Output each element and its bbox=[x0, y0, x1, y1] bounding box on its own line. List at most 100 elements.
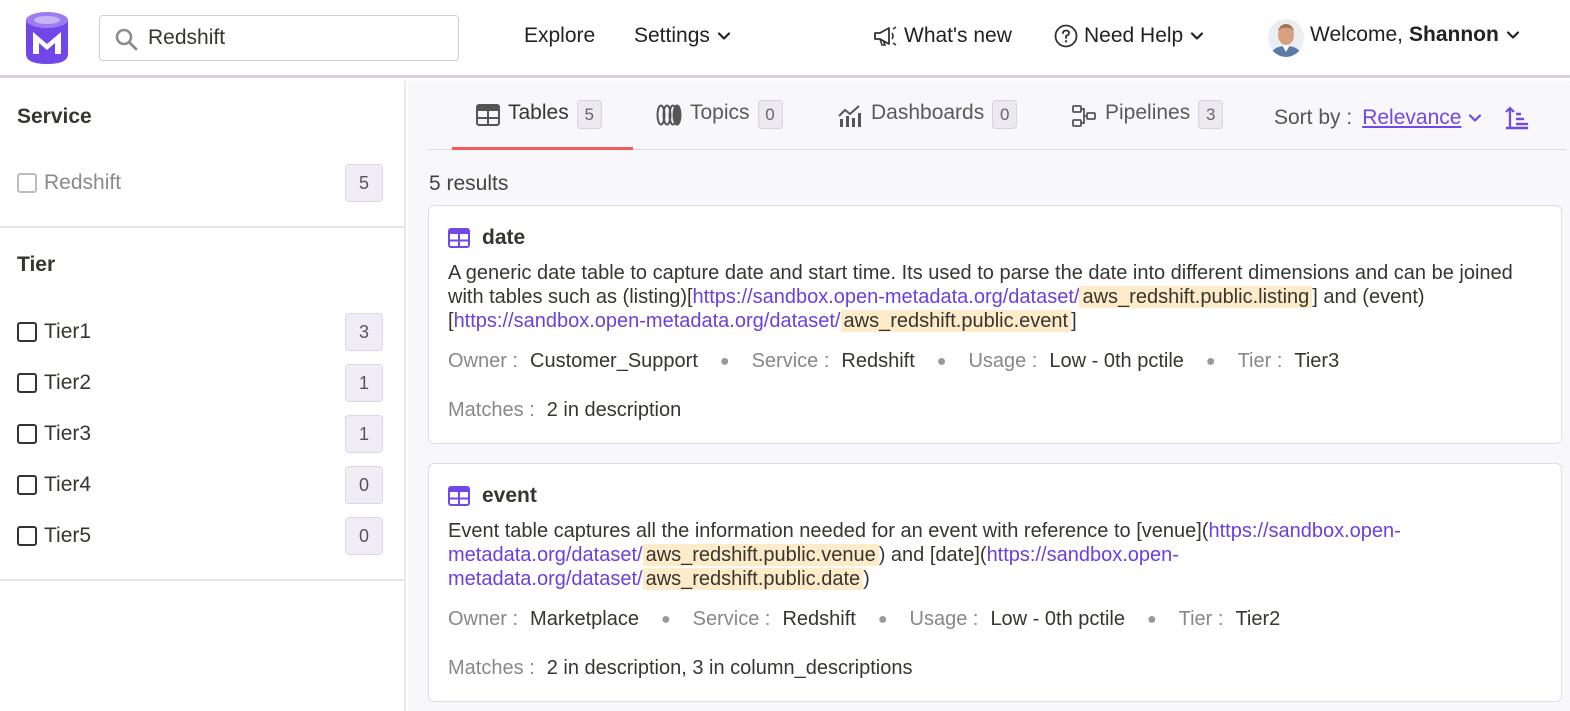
topics-icon bbox=[656, 104, 682, 126]
sort-label: Sort by : bbox=[1274, 106, 1353, 129]
nav-explore[interactable]: Explore bbox=[524, 24, 595, 48]
owner-value: Marketplace bbox=[530, 608, 639, 630]
description-text: ) bbox=[863, 568, 870, 590]
facet-count-badge: 5 bbox=[345, 164, 383, 202]
facet-item-label: Tier4 bbox=[44, 473, 92, 496]
checkbox[interactable] bbox=[17, 322, 37, 342]
nav-whats-new[interactable]: What's new bbox=[872, 24, 1012, 48]
facet-count-badge: 3 bbox=[345, 313, 383, 351]
sort-ascending-icon[interactable] bbox=[1505, 106, 1529, 130]
facet-title-service: Service bbox=[17, 105, 92, 128]
tier-value: Tier2 bbox=[1235, 608, 1281, 630]
facet-item-tier2[interactable]: Tier2 1 bbox=[17, 364, 383, 402]
service-label: Service : bbox=[692, 608, 771, 630]
facet-item-label: Redshift bbox=[44, 171, 122, 194]
description-link[interactable]: https://sandbox.open-metadata.org/datase… bbox=[693, 286, 1080, 308]
description-text: ] bbox=[1071, 310, 1077, 332]
description-link[interactable]: https://sandbox.open-metadata.org/datase… bbox=[454, 310, 841, 332]
search-highlight: aws_redshift.public.listing bbox=[1079, 286, 1313, 308]
entity-tabs: Tables 5 Topics 0 Dashboards 0 Pipelines… bbox=[428, 81, 1566, 150]
facet-count-badge: 0 bbox=[345, 466, 383, 504]
chevron-down-icon bbox=[1191, 32, 1204, 40]
nav-need-help-label: Need Help bbox=[1084, 24, 1184, 47]
chevron-down-icon[interactable] bbox=[1467, 110, 1483, 126]
sort-control: Sort by : Relevance bbox=[1274, 106, 1529, 130]
search-highlight: aws_redshift.public.venue bbox=[642, 544, 879, 566]
facet-count-badge: 1 bbox=[345, 364, 383, 402]
tier-label: Tier : bbox=[1237, 350, 1283, 372]
nav-explore-label: Explore bbox=[524, 24, 596, 47]
dashboard-icon bbox=[838, 105, 861, 127]
facet-item-label: Tier1 bbox=[44, 320, 92, 343]
separator-dot: ● bbox=[877, 610, 888, 628]
divider bbox=[0, 226, 404, 228]
chevron-down-icon bbox=[1506, 31, 1519, 39]
tab-topics[interactable]: Topics 0 bbox=[656, 100, 783, 150]
user-name: Shannon bbox=[1408, 23, 1499, 46]
facet-item-tier1[interactable]: Tier1 3 bbox=[17, 313, 383, 351]
search-input[interactable] bbox=[148, 22, 448, 54]
separator-dot: ● bbox=[936, 352, 947, 370]
filter-sidebar: Service Redshift 5 Tier Tier1 3 Tier2 1 … bbox=[0, 81, 406, 711]
result-matches: Matches : 2 in description, 3 in column_d… bbox=[448, 657, 912, 680]
tab-label: Pipelines bbox=[1105, 101, 1191, 124]
result-title[interactable]: event bbox=[448, 484, 537, 508]
separator-dot: ● bbox=[1205, 352, 1216, 370]
tab-count-badge: 0 bbox=[992, 100, 1018, 129]
result-description: A generic date table to capture date and… bbox=[448, 261, 1538, 333]
pipeline-icon bbox=[1072, 105, 1096, 127]
checkbox[interactable] bbox=[17, 173, 37, 193]
checkbox[interactable] bbox=[17, 475, 37, 495]
owner-label: Owner : bbox=[448, 608, 519, 630]
top-navbar: Explore Settings What's new Need Help We… bbox=[0, 0, 1570, 78]
result-name[interactable]: date bbox=[482, 226, 525, 250]
facet-item-tier5[interactable]: Tier5 0 bbox=[17, 517, 383, 555]
result-metadata: Owner : Customer_Support ● Service : Red… bbox=[448, 350, 1339, 373]
user-menu[interactable]: Welcome, Shannon bbox=[1310, 23, 1521, 47]
result-name[interactable]: event bbox=[482, 484, 537, 508]
checkbox[interactable] bbox=[17, 424, 37, 444]
tab-pipelines[interactable]: Pipelines 3 bbox=[1071, 100, 1224, 150]
tab-tables[interactable]: Tables 5 bbox=[452, 100, 633, 150]
facet-item-tier3[interactable]: Tier3 1 bbox=[17, 415, 383, 453]
facet-count-badge: 1 bbox=[345, 415, 383, 453]
matches-label: Matches : bbox=[448, 399, 535, 421]
description-text: Event table captures all the information… bbox=[448, 520, 1209, 542]
facet-item-tier4[interactable]: Tier4 0 bbox=[17, 466, 383, 504]
tab-label: Dashboards bbox=[871, 101, 985, 124]
service-label: Service : bbox=[751, 350, 830, 372]
facet-item-label: Tier2 bbox=[44, 371, 92, 394]
tab-dashboards[interactable]: Dashboards 0 bbox=[837, 100, 1018, 150]
tab-count-badge: 0 bbox=[757, 100, 783, 129]
facet-title-tier: Tier bbox=[17, 253, 56, 276]
checkbox[interactable] bbox=[17, 373, 37, 393]
tab-label: Topics bbox=[690, 101, 750, 124]
nav-settings[interactable]: Settings bbox=[634, 24, 732, 48]
table-icon bbox=[476, 104, 500, 126]
megaphone-icon bbox=[874, 26, 897, 46]
search-highlight: aws_redshift.public.event bbox=[840, 310, 1072, 332]
search-icon bbox=[115, 28, 138, 51]
nav-need-help[interactable]: Need Help bbox=[1054, 24, 1205, 48]
search-results-panel: Tables 5 Topics 0 Dashboards 0 Pipelines… bbox=[408, 81, 1570, 711]
openmetadata-logo[interactable] bbox=[22, 10, 72, 66]
checkbox[interactable] bbox=[17, 526, 37, 546]
search-highlight: aws_redshift.public.date bbox=[642, 568, 864, 590]
divider bbox=[0, 579, 404, 581]
avatar[interactable] bbox=[1268, 19, 1304, 57]
service-value: Redshift bbox=[841, 350, 915, 372]
usage-value: Low - 0th pctile bbox=[990, 608, 1125, 630]
chevron-down-icon bbox=[717, 32, 730, 40]
facet-item-service-redshift[interactable]: Redshift 5 bbox=[17, 164, 383, 202]
usage-value: Low - 0th pctile bbox=[1049, 350, 1184, 372]
table-icon bbox=[448, 228, 470, 248]
matches-value: 2 in description, 3 in column_descriptio… bbox=[546, 657, 913, 679]
facet-count-badge: 0 bbox=[345, 517, 383, 555]
separator-dot: ● bbox=[660, 610, 671, 628]
result-description: Event table captures all the information… bbox=[448, 519, 1538, 591]
tab-count-badge: 5 bbox=[576, 100, 602, 129]
result-title[interactable]: date bbox=[448, 226, 525, 250]
sort-dropdown[interactable]: Relevance bbox=[1362, 106, 1461, 130]
search-box[interactable] bbox=[99, 15, 459, 61]
usage-label: Usage : bbox=[968, 350, 1038, 372]
